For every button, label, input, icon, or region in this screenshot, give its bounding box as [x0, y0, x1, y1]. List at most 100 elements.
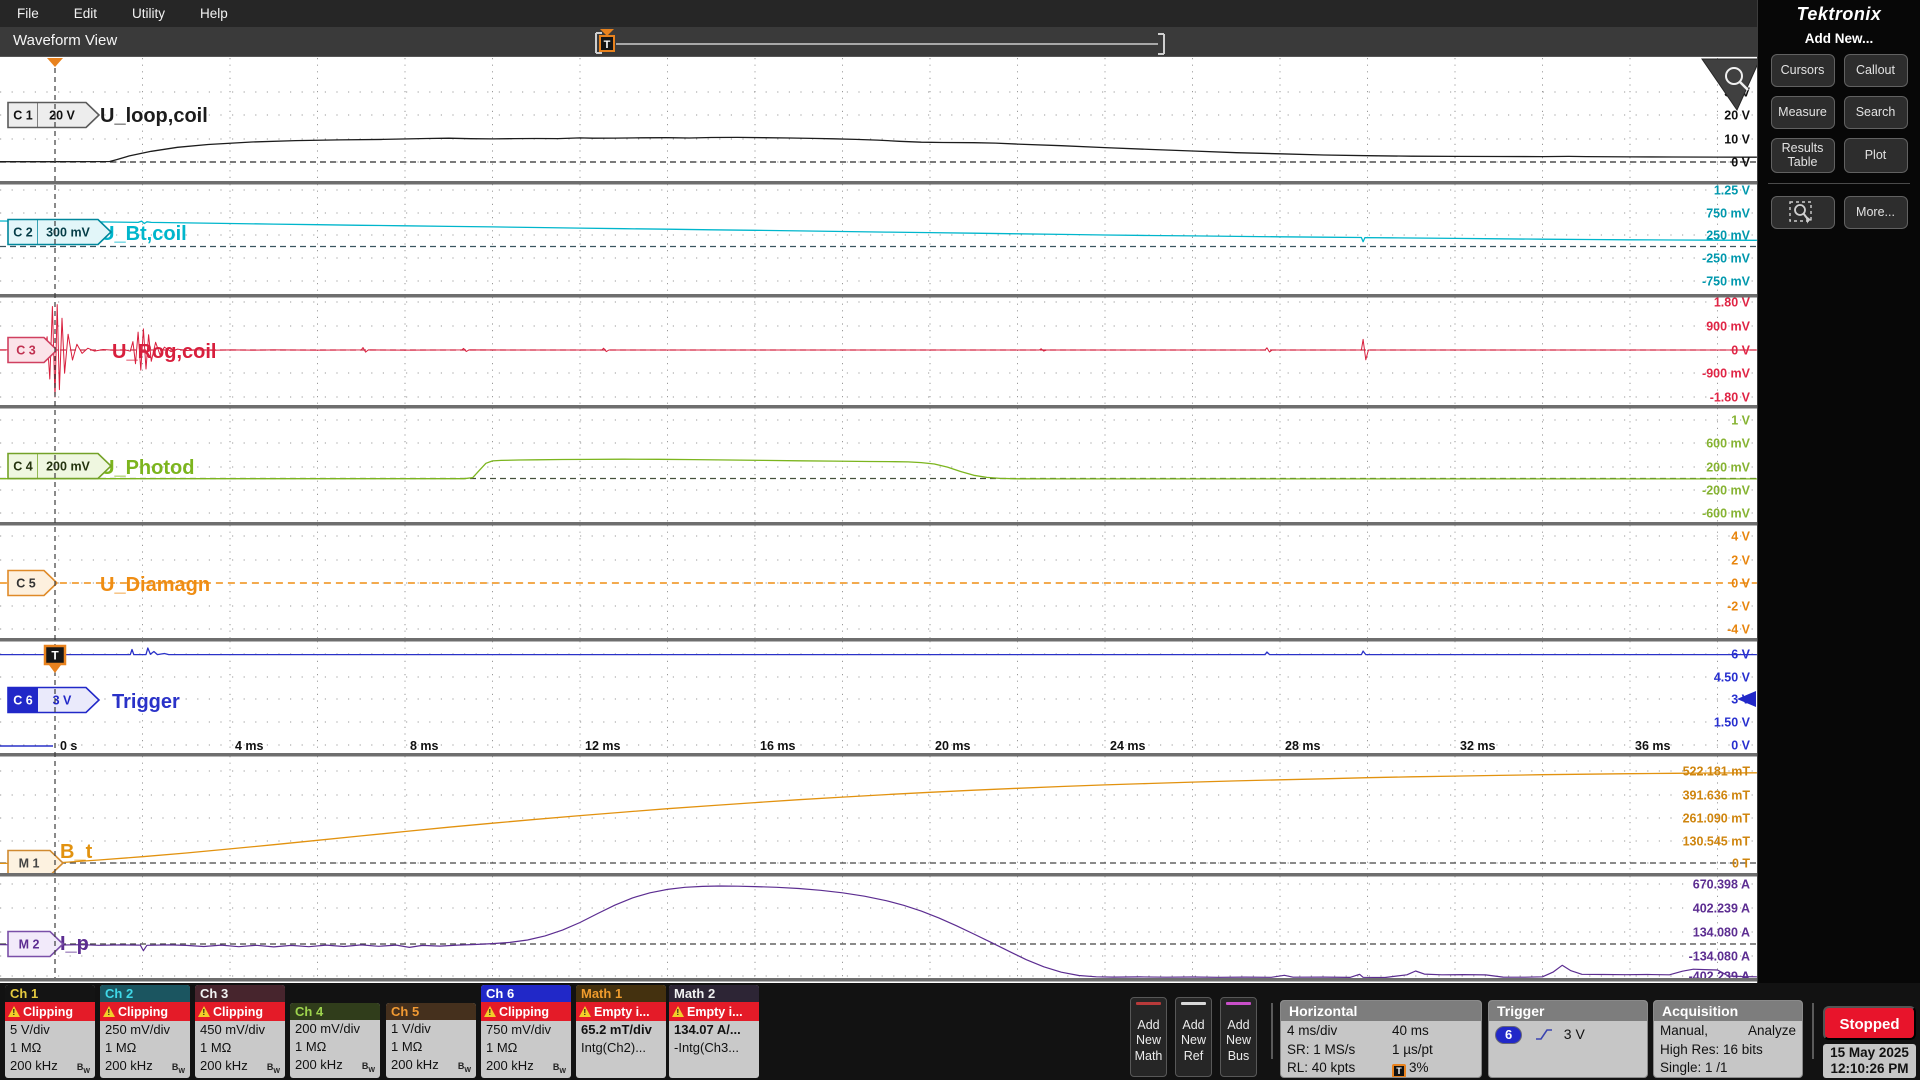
- slice-divider: [0, 181, 1757, 185]
- axis-label-C4: 600 mV: [1706, 437, 1750, 451]
- axis-label-C6: 0 V: [1731, 739, 1750, 753]
- channel-card-row: 5 V/div: [5, 1021, 95, 1039]
- axis-label-M2: 134.080 A: [1693, 926, 1750, 940]
- sample-rate: SR: 1 MS/s: [1287, 1041, 1392, 1060]
- slice-divider: [0, 405, 1757, 409]
- add-new-math-button[interactable]: Add New Math: [1130, 997, 1167, 1077]
- record-view-scrollbar[interactable]: T: [588, 27, 1178, 57]
- axis-label-C6: 6 V: [1731, 648, 1750, 662]
- axis-label-M2: 670.398 A: [1693, 878, 1750, 892]
- time-tick-label: 8 ms: [410, 739, 439, 753]
- channel-card-math2[interactable]: Math 2Empty i...134.07 A/...-Intg(Ch3...: [669, 985, 759, 1078]
- channel-name-C2[interactable]: U_Bt,coil: [100, 223, 187, 245]
- channel-card-row: 200 mV/div: [290, 1020, 380, 1038]
- slice-divider: [0, 978, 1757, 982]
- warning-triangle-icon: [198, 1006, 210, 1017]
- horizontal-scale: 4 ms/div: [1287, 1022, 1392, 1041]
- channel-name-C3[interactable]: U_Rog,coil: [112, 341, 216, 363]
- channel-card-title: Ch 1: [5, 985, 95, 1002]
- channel-card-row: -Intg(Ch3...: [669, 1039, 759, 1057]
- slice-divider: [0, 753, 1757, 757]
- callout-button[interactable]: Callout: [1844, 54, 1908, 87]
- axis-label-M2: -134.080 A: [1689, 950, 1750, 964]
- channel-card-ch4[interactable]: Ch 4200 mV/div1 MΩ200 kHzBW: [290, 1003, 380, 1078]
- slice-divider: [0, 294, 1757, 298]
- axis-label-C4: -600 mV: [1702, 507, 1751, 521]
- menu-help[interactable]: Help: [200, 6, 228, 21]
- slice-divider: [0, 638, 1757, 642]
- time-tick-label: 16 ms: [760, 739, 795, 753]
- axis-label-M1: 0 T: [1732, 857, 1750, 871]
- add-new-header: Add New...: [1758, 31, 1920, 46]
- axis-label-M1: 130.545 mT: [1683, 835, 1751, 849]
- horizontal-panel[interactable]: Horizontal 4 ms/div40 ms SR: 1 MS/s1 µs/…: [1280, 1000, 1482, 1078]
- cursors-button[interactable]: Cursors: [1771, 54, 1835, 87]
- channel-name-M1[interactable]: B_t: [60, 841, 93, 863]
- warning-triangle-icon: [579, 1006, 591, 1017]
- add-new-ref-button[interactable]: Add New Ref: [1175, 997, 1212, 1077]
- axis-label-C2: 250 mV: [1706, 229, 1750, 243]
- bottom-status-bar: Ch 1Clipping5 V/div1 MΩ200 kHzBWCh 2Clip…: [0, 983, 1920, 1080]
- axis-label-C1: 10 V: [1724, 133, 1750, 147]
- channel-name-C6[interactable]: Trigger: [112, 691, 180, 713]
- channel-card-row: 134.07 A/...: [669, 1021, 759, 1039]
- channel-card-ch1[interactable]: Ch 1Clipping5 V/div1 MΩ200 kHzBW: [5, 985, 95, 1078]
- horizontal-window: 40 ms: [1392, 1022, 1475, 1041]
- status-separator: [1812, 1003, 1814, 1059]
- channel-name-M2[interactable]: I_p: [60, 933, 89, 955]
- trigger-position-icon: T: [1392, 1064, 1406, 1078]
- channel-card-ch5[interactable]: Ch 51 V/div1 MΩ200 kHzBW: [386, 1003, 476, 1078]
- axis-label-C2: 750 mV: [1706, 207, 1750, 221]
- record-length: RL: 40 kpts: [1287, 1059, 1392, 1078]
- zoom-select-icon: [1789, 201, 1816, 224]
- ref-color-stripe: [1181, 1002, 1206, 1005]
- warning-badge: Clipping: [100, 1002, 190, 1021]
- zoom-select-button[interactable]: [1771, 196, 1835, 229]
- date-text: 15 May 2025: [1823, 1045, 1916, 1061]
- channel-name-C5[interactable]: U_Diamagn: [100, 574, 210, 596]
- trigger-level: 3 V: [1564, 1026, 1585, 1042]
- axis-label-C2: -750 mV: [1702, 275, 1751, 289]
- datetime-display: 15 May 2025 12:10:26 PM: [1823, 1044, 1916, 1078]
- menu-edit[interactable]: Edit: [74, 6, 97, 21]
- acquisition-panel[interactable]: Acquisition Manual,Analyze High Res: 16 …: [1653, 1000, 1803, 1078]
- axis-label-C2: 1.25 V: [1714, 184, 1751, 198]
- channel-card-ch6[interactable]: Ch 6Clipping750 mV/div1 MΩ200 kHzBW: [481, 985, 571, 1078]
- run-stop-button[interactable]: Stopped: [1823, 1006, 1916, 1040]
- waveform-plot[interactable]: 30 V20 V10 V0 VU_loop,coilC 120 V1.25 V7…: [0, 57, 1757, 983]
- warning-badge: Clipping: [5, 1002, 95, 1021]
- measure-button[interactable]: Measure: [1771, 96, 1835, 129]
- time-tick-label: 20 ms: [935, 739, 970, 753]
- search-button[interactable]: Search: [1844, 96, 1908, 129]
- channel-card-ch2[interactable]: Ch 2Clipping250 mV/div1 MΩ200 kHzBW: [100, 985, 190, 1078]
- more-button[interactable]: More...: [1844, 196, 1908, 229]
- acquisition-title: Acquisition: [1654, 1001, 1802, 1021]
- trigger-flag-glyph: T: [51, 649, 59, 663]
- badge-text: C 3: [16, 344, 36, 358]
- channel-name-C1[interactable]: U_loop,coil: [100, 105, 208, 127]
- acquisition-single: Single: 1 /1: [1660, 1060, 1728, 1075]
- axis-label-C4: 1 V: [1731, 414, 1750, 428]
- results-table-button[interactable]: Results Table: [1771, 138, 1835, 173]
- warning-triangle-icon: [672, 1006, 684, 1017]
- bandwidth-limit-icon: BW: [77, 1058, 90, 1078]
- channel-card-ch3[interactable]: Ch 3Clipping450 mV/div1 MΩ200 kHzBW: [195, 985, 285, 1078]
- menu-file[interactable]: File: [17, 6, 39, 21]
- axis-label-C1: 20 V: [1724, 109, 1750, 123]
- tab-waveform-view[interactable]: Waveform View: [13, 32, 117, 49]
- badge-text: C 5: [16, 577, 36, 591]
- menu-utility[interactable]: Utility: [132, 6, 165, 21]
- trigger-panel[interactable]: Trigger 6 3 V: [1488, 1000, 1648, 1078]
- channel-card-row: 1 V/div: [386, 1020, 476, 1038]
- channel-card-row: 450 mV/div: [195, 1021, 285, 1039]
- channel-name-C4[interactable]: U_Photod: [100, 457, 194, 479]
- channel-card-row: 750 mV/div: [481, 1021, 571, 1039]
- badge-text: 200 mV: [46, 460, 90, 474]
- badge-text: C 4: [13, 460, 33, 474]
- channel-card-math1[interactable]: Math 1Empty i...65.2 mT/divIntg(Ch2)...: [576, 985, 666, 1078]
- right-sidebar: Tektronix Add New... Cursors Callout Mea…: [1757, 0, 1920, 983]
- acquisition-mode: Manual,: [1660, 1022, 1708, 1041]
- add-new-bus-button[interactable]: Add New Bus: [1220, 997, 1257, 1077]
- plot-button[interactable]: Plot: [1844, 138, 1908, 173]
- channel-card-row: 200 kHzBW: [290, 1056, 380, 1078]
